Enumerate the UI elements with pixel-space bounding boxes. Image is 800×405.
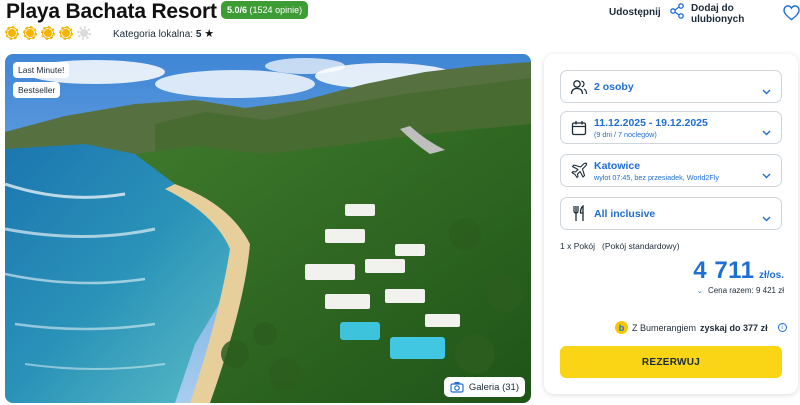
boomerang-logo-icon: b: [615, 321, 628, 334]
plane-icon: [570, 162, 588, 180]
dates-select[interactable]: 11.12.2025 - 19.12.2025 (9 dni / 7 nocle…: [560, 111, 782, 144]
star-icon: ★: [204, 28, 215, 40]
share-label: Udostępnij: [609, 7, 661, 18]
last-minute-tag: Last Minute!: [13, 62, 70, 78]
sun-icon: [23, 26, 37, 40]
heart-icon: [783, 4, 800, 24]
departure-city: Katowice: [594, 159, 641, 172]
room-info: 1 x Pokój (Pokój standardowy): [560, 241, 680, 251]
sun-icon: [41, 26, 55, 40]
guests-value: 2 osoby: [594, 80, 634, 93]
chevron-down-icon: [762, 166, 771, 184]
price-unit: zł/os.: [758, 270, 784, 281]
sun-icon: [5, 26, 19, 40]
board-value: All inclusive: [594, 207, 656, 220]
total-price-label: Cena razem: 9 421 zł: [707, 286, 784, 295]
hotel-aerial-image: [5, 54, 531, 403]
rating-count: (1524 opinie): [249, 5, 303, 15]
departure-details: wylot 07:45, bez przesiadek, World2Fly: [594, 172, 719, 182]
sun-icon: [59, 26, 73, 40]
dates-value: 11.12.2025 - 19.12.2025: [594, 116, 708, 129]
bonus-highlight: zyskaj do 377 zł: [700, 322, 768, 333]
cutlery-icon: [570, 205, 588, 223]
chevron-down-icon: [762, 209, 771, 227]
rating-badge[interactable]: 5.0/6 (1524 opinie): [221, 1, 309, 19]
chevron-down-icon: [762, 123, 771, 141]
hotel-title: Playa Bachata Resort: [6, 0, 217, 23]
guests-select[interactable]: 2 osoby: [560, 70, 782, 103]
sun-icon-empty: [77, 26, 91, 40]
person-icon: [570, 78, 588, 96]
departure-select[interactable]: Katowice wylot 07:45, bez przesiadek, Wo…: [560, 154, 782, 187]
info-icon[interactable]: i: [777, 323, 787, 332]
hotel-photo[interactable]: Last Minute! Bestseller Galeria (31): [5, 54, 531, 403]
local-category-value: 5: [195, 29, 202, 40]
share-icon: [669, 3, 685, 22]
price-block: 4 711 zł/os. ⌄ Cena razem: 9 421 zł: [693, 257, 784, 295]
boomerang-bonus: b Z Bumerangiem zyskaj do 377 zł i: [615, 321, 787, 334]
camera-icon: [450, 381, 464, 393]
bonus-prefix: Z Bumerangiem: [632, 322, 697, 333]
gallery-label: Galeria (31): [468, 381, 519, 393]
sun-rating: [5, 26, 91, 40]
gallery-button[interactable]: Galeria (31): [443, 377, 525, 397]
local-category: Kategoria lokalna: 5 ★: [113, 27, 214, 40]
local-category-label: Kategoria lokalna:: [113, 29, 194, 40]
chevron-down-icon: ⌄: [696, 288, 703, 295]
booking-panel: 2 osoby 11.12.2025 - 19.12.2025 (9 dni /…: [544, 54, 798, 394]
chevron-down-icon: [762, 82, 771, 100]
total-price[interactable]: ⌄ Cena razem: 9 421 zł: [693, 286, 784, 295]
book-button[interactable]: REZERWUJ: [560, 346, 782, 378]
bestseller-tag: Bestseller: [13, 82, 61, 98]
dates-duration: (9 dni / 7 noclegów): [594, 129, 657, 139]
calendar-icon: [570, 119, 588, 137]
price-per-person: 4 711: [693, 257, 755, 284]
favorite-button[interactable]: Dodaj do ulubionych: [691, 3, 800, 25]
share-button[interactable]: Udostępnij: [609, 3, 685, 22]
rating-score: 5.0/6: [227, 5, 248, 15]
favorite-label: Dodaj do ulubionych: [691, 3, 745, 25]
board-select[interactable]: All inclusive: [560, 197, 782, 230]
